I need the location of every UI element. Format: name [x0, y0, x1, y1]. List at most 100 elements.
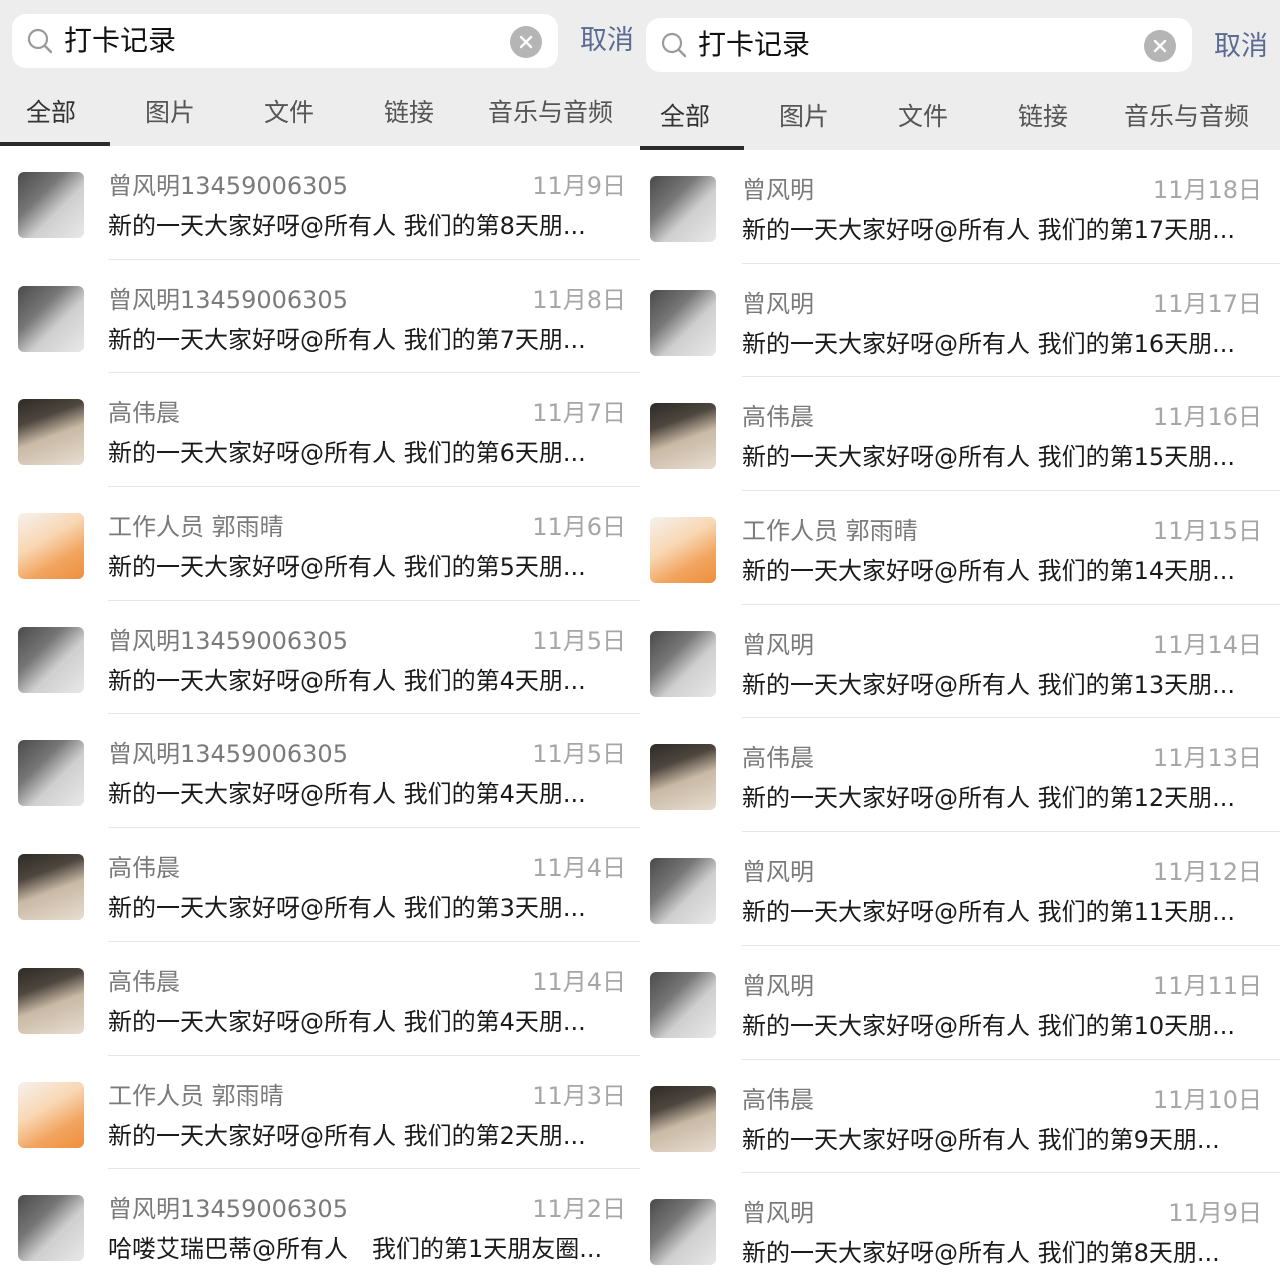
avatar[interactable]: [650, 971, 716, 1038]
search-input[interactable]: 打卡记录: [646, 18, 1192, 72]
list-item[interactable]: 高伟晨 11月16日新的一天大家好呀@所有人 我们的第15天朋...: [640, 377, 1280, 492]
left-screen: 打卡记录 取消 全部 图片 文件 链接 音乐与音频 曾风明13459006305…: [0, 0, 640, 1280]
message-date: 11月11日: [1152, 971, 1262, 1000]
avatar[interactable]: [18, 399, 84, 466]
list-item[interactable]: 高伟晨 11月13日新的一天大家好呀@所有人 我们的第12天朋...: [640, 718, 1280, 833]
message-preview: 新的一天大家好呀@所有人 我们的第2天朋...: [108, 1121, 586, 1150]
clear-search-icon[interactable]: [1144, 30, 1176, 62]
avatar[interactable]: [650, 176, 716, 242]
message-preview: 新的一天大家好呀@所有人 我们的第10天朋...: [742, 1011, 1236, 1040]
avatar[interactable]: [18, 1081, 84, 1148]
sender-name: 工作人员 郭雨晴: [742, 517, 918, 546]
search-header: 打卡记录 取消 全部 图片 文件 链接 音乐与音频: [640, 0, 1280, 150]
list-item[interactable]: 曾风明 11月14日 新的一天大家好呀@所有人 我们的第13天朋...: [640, 605, 1280, 719]
list-item[interactable]: 工作人员 郭雨晴 11月3日 新的一天大家好呀@所有人 我们的第2天朋...: [0, 1056, 640, 1170]
list-item[interactable]: 高伟晨 11月4日 新的一天大家好呀@所有人 我们的第3天朋...: [0, 828, 640, 942]
list-item[interactable]: 曾风明 11月9日 新的一天大家好呀@所有人 我们的第8天朋...: [640, 1173, 1280, 1280]
avatar[interactable]: [18, 967, 84, 1034]
tab-music-audio[interactable]: 音乐与音频: [1124, 100, 1249, 134]
list-item[interactable]: 曾风明 11月18日 新的一天大家好呀@所有人 我们的第17天朋...: [640, 150, 1280, 264]
tab-links[interactable]: 链接: [384, 96, 434, 130]
list-item[interactable]: 高伟晨 11月7日 新的一天大家好呀@所有人 我们的第6天朋...: [0, 373, 640, 488]
avatar[interactable]: [650, 517, 716, 584]
avatar[interactable]: [650, 630, 716, 697]
message-preview: 新的一天大家好呀@所有人 我们的第15天朋...: [742, 443, 1236, 472]
message-date: 11月4日: [532, 967, 626, 996]
search-icon: [661, 32, 687, 58]
sender-name: 曾风明: [742, 630, 814, 659]
tab-images[interactable]: 图片: [779, 100, 829, 134]
avatar[interactable]: [18, 740, 84, 807]
sender-name: 高伟晨: [742, 403, 814, 432]
search-query: 打卡记录: [698, 28, 811, 61]
cancel-button[interactable]: 取消: [580, 24, 634, 58]
message-preview: 新的一天大家好呀@所有人 我们的第3天朋...: [108, 894, 586, 923]
message-date: 11月9日: [1168, 1199, 1262, 1228]
tab-all[interactable]: 全部: [660, 100, 710, 134]
list-item[interactable]: 高伟晨 11月10日 新的一天大家好呀@所有人 我们的第9天朋...: [640, 1060, 1280, 1174]
sender-name: 曾风明: [742, 971, 814, 1000]
message-preview: 新的一天大家好呀@所有人 我们的第6天朋...: [108, 439, 586, 468]
message-preview: 新的一天大家好呀@所有人 我们的第5天朋...: [108, 553, 586, 582]
right-screen: 打卡记录 取消 全部 图片 文件 链接 音乐与音频 曾风明 11月18日 新的一天大…: [640, 0, 1280, 1280]
search-icon: [27, 28, 53, 54]
tab-files[interactable]: 文件: [898, 100, 948, 134]
sender-name: 曾风明13459006305: [108, 1195, 348, 1224]
message-date: 11月13日: [1152, 744, 1262, 773]
tab-links[interactable]: 链接: [1018, 100, 1068, 134]
message-preview: 新的一天大家好呀@所有人 我们的第4天朋...: [108, 1007, 586, 1036]
cancel-button[interactable]: 取消: [1214, 30, 1268, 64]
sender-name: 曾风明13459006305: [108, 626, 348, 655]
avatar[interactable]: [18, 854, 84, 921]
avatar[interactable]: [650, 1199, 716, 1266]
filter-tabs: 全部 图片 文件 链接 音乐与音频: [640, 94, 1280, 150]
sender-name: 曾风明: [742, 858, 814, 887]
list-item[interactable]: 高伟晨 11月4日新的一天大家好呀@所有人 我们的第4天朋...: [0, 942, 640, 1056]
sender-name: 曾风明13459006305: [108, 740, 348, 769]
message-date: 11月16日: [1152, 403, 1262, 432]
result-list: 曾风明13459006305 11月9日 新的一天大家好呀@所有人 我们的第8天朋.…: [0, 146, 640, 1280]
avatar[interactable]: [18, 513, 84, 580]
clear-search-icon[interactable]: [510, 26, 542, 58]
message-preview: 新的一天大家好呀@所有人 我们的第11天朋...: [742, 898, 1236, 927]
avatar[interactable]: [650, 403, 716, 470]
search-query: 打卡记录: [64, 24, 177, 57]
message-preview: 新的一天大家好呀@所有人 我们的第7天朋...: [108, 325, 586, 354]
avatar[interactable]: [18, 1195, 84, 1262]
avatar[interactable]: [650, 289, 716, 356]
avatar[interactable]: [650, 744, 716, 811]
message-date: 11月4日: [532, 854, 626, 883]
message-preview: 新的一天大家好呀@所有人 我们的第4天朋...: [108, 666, 586, 695]
message-preview: 新的一天大家好呀@所有人 我们的第9天朋...: [742, 1125, 1220, 1154]
list-item[interactable]: 曾风明13459006305 11月8日 新的一天大家好呀@所有人 我们的第7天朋.…: [0, 260, 640, 374]
list-item[interactable]: 工作人员 郭雨晴 11月6日 新的一天大家好呀@所有人 我们的第5天朋...: [0, 487, 640, 601]
list-item[interactable]: 曾风明 11月11日新的一天大家好呀@所有人 我们的第10天朋...: [640, 946, 1280, 1060]
message-preview: 新的一天大家好呀@所有人 我们的第14天朋...: [742, 557, 1236, 586]
sender-name: 曾风明: [742, 289, 814, 318]
avatar[interactable]: [650, 858, 716, 925]
tab-music-audio[interactable]: 音乐与音频: [488, 96, 613, 130]
list-item[interactable]: 曾风明 11月17日 新的一天大家好呀@所有人 我们的第16天朋...: [640, 264, 1280, 378]
avatar[interactable]: [18, 172, 84, 238]
sender-name: 高伟晨: [108, 967, 180, 996]
list-item[interactable]: 曾风明13459006305 11月9日 新的一天大家好呀@所有人 我们的第8天朋.…: [0, 146, 640, 260]
search-input[interactable]: 打卡记录: [12, 14, 558, 68]
list-item[interactable]: 曾风明 11月12日 新的一天大家好呀@所有人 我们的第11天朋...: [640, 832, 1280, 946]
search-row: 打卡记录 取消: [0, 14, 640, 68]
search-row: 打卡记录 取消: [640, 18, 1280, 72]
avatar[interactable]: [650, 1085, 716, 1152]
filter-tabs: 全部 图片 文件 链接 音乐与音频: [0, 90, 640, 146]
avatar[interactable]: [18, 285, 84, 352]
message-date: 11月7日: [532, 399, 626, 428]
list-item[interactable]: 工作人员 郭雨晴 11月15日 新的一天大家好呀@所有人 我们的第14天朋...: [640, 491, 1280, 605]
message-preview: 新的一天大家好呀@所有人 我们的第12天朋...: [742, 784, 1236, 813]
list-item[interactable]: 曾风明13459006305 11月5日 新的一天大家好呀@所有人 我们的第4天朋.…: [0, 601, 640, 715]
list-item[interactable]: 曾风明13459006305 11月2日 哈喽艾瑞巴蒂@所有人 我们的第1天朋友圈.…: [0, 1169, 640, 1280]
sender-name: 高伟晨: [742, 744, 814, 773]
message-date: 11月3日: [532, 1081, 626, 1110]
tab-all[interactable]: 全部: [26, 96, 76, 130]
list-item[interactable]: 曾风明13459006305 11月5日 新的一天大家好呀@所有人 我们的第4天朋.…: [0, 714, 640, 829]
avatar[interactable]: [18, 626, 84, 693]
tab-images[interactable]: 图片: [145, 96, 195, 130]
tab-files[interactable]: 文件: [264, 96, 314, 130]
